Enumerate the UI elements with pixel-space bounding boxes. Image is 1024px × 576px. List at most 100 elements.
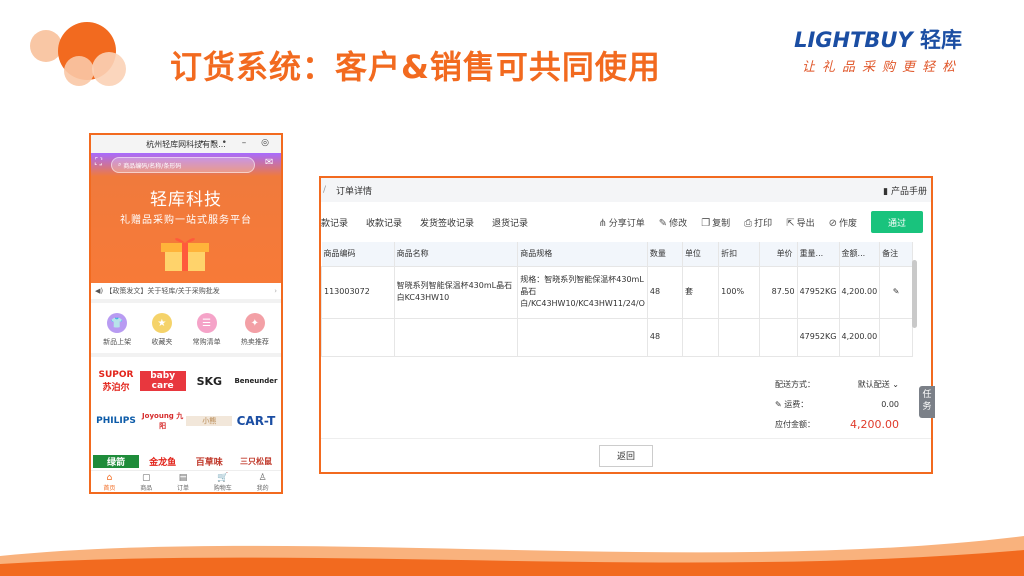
tshirt-icon: 👕 xyxy=(107,313,128,333)
share-order-button[interactable]: ⋔ 分享订单 xyxy=(598,216,644,229)
window-controls[interactable]: ••• – ◎ xyxy=(199,138,275,148)
cell-amount: 4,200.00 xyxy=(838,265,881,319)
tab-label: 购物车 xyxy=(213,485,232,492)
brand-lvjian[interactable]: 绿箭 xyxy=(93,454,139,468)
brand-latin: LIGHTBUY xyxy=(794,28,913,52)
cell-empty xyxy=(517,317,648,357)
delivery-label: 配送方式： xyxy=(775,379,815,389)
brand-grid: SUPOR 苏泊尔 baby care SKG Beneunder PHILIP… xyxy=(91,357,281,485)
copy-button[interactable]: ❐ 复制 xyxy=(701,216,730,229)
cell-remark[interactable]: ✎ xyxy=(879,265,913,319)
brand-jinlongyu[interactable]: 金龙鱼 xyxy=(140,455,186,468)
cell-empty xyxy=(393,317,519,357)
mobile-search-input[interactable]: ⌕ 商品编码/名称/条形码 xyxy=(111,157,255,173)
decor-circle xyxy=(92,52,126,86)
quick-entry-label: 收藏夹 xyxy=(151,338,173,346)
cell-unit: 套 xyxy=(681,265,720,319)
approve-button[interactable]: 通过 xyxy=(871,211,923,233)
tab-payment-records[interactable]: 款记录 xyxy=(321,216,348,229)
table-scrollbar[interactable] xyxy=(912,260,917,328)
export-icon: ⇱ xyxy=(786,217,795,229)
order-detail-window: / 订单详情 ▮ 产品手册 款记录 收款记录 发货签收记录 退货记录 ⋔ 分享订单… xyxy=(319,176,933,474)
tab-return-records[interactable]: 退货记录 xyxy=(492,216,528,229)
company-name: 轻库科技 xyxy=(150,190,222,210)
brand-babycare[interactable]: baby care xyxy=(139,371,186,391)
cell-empty xyxy=(718,317,760,357)
quick-entry-label: 热卖推荐 xyxy=(240,338,269,346)
tab-cart[interactable]: 🛒 购物车 xyxy=(214,471,232,492)
product-manual-link[interactable]: ▮ 产品手册 xyxy=(883,184,927,197)
tab-shipping-records[interactable]: 发货签收记录 xyxy=(420,216,474,229)
col-header: 折扣 xyxy=(718,242,760,266)
action-label: 复制 xyxy=(712,218,731,229)
tab-receipt-records[interactable]: 收款记录 xyxy=(366,216,402,229)
decor-circle xyxy=(64,56,94,86)
brand-logo: LIGHTBUY 轻库 让礼品采购更轻松 xyxy=(794,24,962,75)
action-label: 作废 xyxy=(838,218,857,229)
cell-empty xyxy=(321,317,395,357)
gift-box-icon xyxy=(161,238,209,271)
quick-entry-frequent[interactable]: ☰ 常购清单 xyxy=(193,313,221,347)
cell-total-weight: 47952KG xyxy=(796,317,840,357)
brand-philips[interactable]: PHILIPS xyxy=(93,416,139,426)
brand-joyoung[interactable]: Joyoung 九阳 xyxy=(140,411,186,431)
decor-circle xyxy=(30,30,62,62)
record-tabs: 款记录 收款记录 发货签收记录 退货记录 xyxy=(321,216,528,229)
export-button[interactable]: ⇱ 导出 xyxy=(786,216,814,229)
cell-weight: 47952KG xyxy=(796,265,840,319)
brand-wordmark: LIGHTBUY 轻库 xyxy=(794,24,962,54)
message-icon[interactable]: ✉ xyxy=(265,157,277,169)
order-items-table: 商品编码 商品名称 商品规格 数量 单位 折扣 单价 重量... 金额... 备… xyxy=(321,242,913,357)
brand-baicaowei[interactable]: 百草味 xyxy=(186,455,232,468)
share-icon: ⋔ xyxy=(598,217,607,229)
copy-icon: ❐ xyxy=(701,217,711,229)
back-button[interactable]: 返回 xyxy=(599,444,653,467)
order-topbar: / 订单详情 ▮ 产品手册 xyxy=(321,178,931,202)
brand-row: SUPOR 苏泊尔 baby care SKG Beneunder xyxy=(93,361,279,401)
brand-supor[interactable]: SUPOR 苏泊尔 xyxy=(93,370,139,393)
edit-button[interactable]: ✎ 修改 xyxy=(659,216,687,229)
chevron-right-icon: › xyxy=(274,287,277,295)
tab-label: 首页 xyxy=(103,485,116,492)
quick-entry-favorites[interactable]: ★ 收藏夹 xyxy=(151,313,172,347)
quick-entry-new[interactable]: 👕 新品上架 xyxy=(103,313,131,347)
cell-spec: 规格：智晓系列智能保温杯430mL晶石白/KC43HW10/KC43HW11/2… xyxy=(517,265,648,319)
tab-home[interactable]: ⌂ 首页 xyxy=(103,471,115,492)
breadcrumb[interactable]: 订单详情 xyxy=(336,184,372,197)
user-icon: ♙ xyxy=(258,473,267,483)
brand-beneunder[interactable]: Beneunder xyxy=(233,377,279,385)
brand-car-t[interactable]: CAR-T xyxy=(233,414,279,428)
quick-entry-hot[interactable]: ✦ 热卖推荐 xyxy=(241,313,269,347)
brand-slogan: 让礼品采购更轻松 xyxy=(801,60,962,75)
delivery-select[interactable]: 默认配送 ⌄ xyxy=(837,379,899,390)
brand-skg[interactable]: SKG xyxy=(186,375,232,388)
cell-qty: 48 xyxy=(646,265,683,319)
print-button[interactable]: ⎙ 打印 xyxy=(744,216,772,229)
tab-mine[interactable]: ♙ 我的 xyxy=(257,471,269,492)
task-side-tab[interactable]: 任务 xyxy=(919,386,935,418)
edit-icon: ✎ xyxy=(658,217,668,229)
brand-xiaoxiong[interactable]: 小熊 xyxy=(186,416,233,426)
tab-products[interactable]: ▢ 商品 xyxy=(140,471,152,492)
mobile-header: ⛶ ⌕ 商品编码/名称/条形码 ✉ 轻库科技 礼赠品采购一站式服务平台 xyxy=(91,153,281,283)
edit-freight-icon[interactable]: ✎ xyxy=(775,400,784,409)
print-icon: ⎙ xyxy=(744,217,753,229)
company-subtitle: 礼赠品采购一站式服务平台 xyxy=(120,215,252,226)
col-header: 单位 xyxy=(682,242,720,266)
action-label: 导出 xyxy=(796,218,815,229)
order-summary: 配送方式： 默认配送 ⌄ ✎ 运费： 0.00 应付金额： 4,200.00 xyxy=(775,374,899,434)
cell-discount: 100% xyxy=(718,265,760,319)
tab-orders[interactable]: ▤ 订单 xyxy=(177,471,189,492)
notice-bar[interactable]: ◀) 【政策发文】关于轻库/关于采购批发 › xyxy=(91,283,281,303)
table-row: 113003072 智晓系列智能保温杯430mL晶石白KC43HW10 规格：智… xyxy=(321,265,913,319)
col-header: 单价 xyxy=(759,242,798,266)
scan-icon[interactable]: ⛶ xyxy=(95,157,107,169)
brand-three-squirrels[interactable]: 三只松鼠 xyxy=(233,456,279,467)
edit-remark-icon[interactable]: ✎ xyxy=(893,287,900,296)
freight-value: 0.00 xyxy=(881,399,899,409)
search-placeholder: 商品编码/名称/条形码 xyxy=(123,162,182,170)
payable-value: 4,200.00 xyxy=(850,417,899,431)
breadcrumb-separator: / xyxy=(323,185,327,195)
table-total-row: 48 47952KG 4,200.00 xyxy=(321,317,913,357)
void-button[interactable]: ⊘ 作废 xyxy=(829,216,857,229)
